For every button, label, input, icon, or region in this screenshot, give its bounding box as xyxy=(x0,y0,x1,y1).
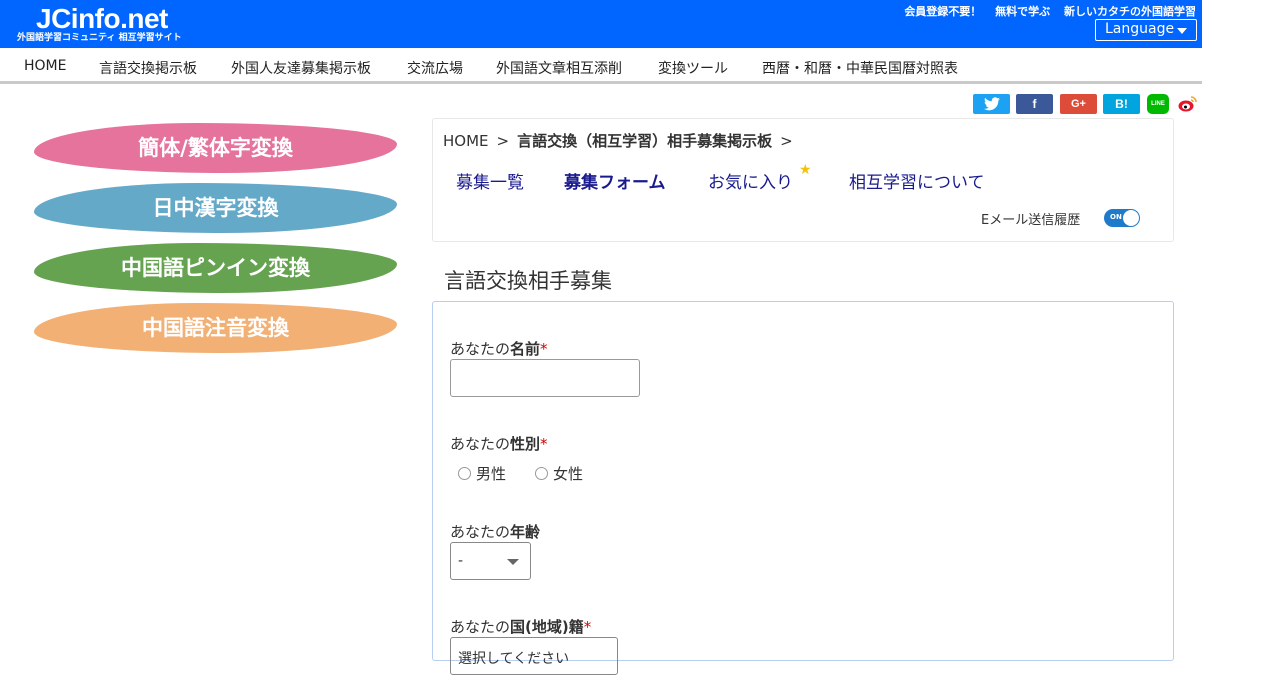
tab-favorites[interactable]: お気に入り xyxy=(708,168,793,193)
radio-circle[interactable] xyxy=(458,467,471,480)
site-logo[interactable]: JCinfo.net xyxy=(36,2,168,36)
label-prefix: あなたの xyxy=(450,618,511,636)
facebook-share-button[interactable]: f xyxy=(1016,94,1053,114)
name-input[interactable] xyxy=(450,359,640,397)
radio-circle[interactable] xyxy=(535,467,548,480)
gender-female-radio[interactable]: 女性 xyxy=(535,463,583,484)
site-header: JCinfo.net 外国語学習コミュニティ 相互学習サイト 会員登録不要！ 無… xyxy=(0,0,1202,48)
nav-calendar-table[interactable]: 西暦・和暦・中華民国暦対照表 xyxy=(762,58,958,78)
breadcrumb-separator: > xyxy=(496,132,510,150)
line-share-button[interactable]: LINE xyxy=(1147,94,1169,114)
sidebar-japanese-chinese-kanji[interactable]: 日中漢字変換 xyxy=(34,183,397,233)
label-bold: 年齢 xyxy=(510,523,541,541)
breadcrumb: HOME > 言語交換（相互学習）相手募集掲示板 > xyxy=(443,130,801,151)
breadcrumb-separator: > xyxy=(780,132,793,150)
nav-foreign-friends-board[interactable]: 外国人友達募集掲示板 xyxy=(231,58,371,78)
label-bold: 性別 xyxy=(510,435,541,453)
twitter-share-button[interactable] xyxy=(973,94,1010,114)
hatena-share-button[interactable]: B! xyxy=(1103,94,1140,114)
googleplus-share-button[interactable]: G+ xyxy=(1060,94,1097,114)
main-nav: HOME 言語交換掲示板 外国人友達募集掲示板 交流広場 外国語文章相互添削 変… xyxy=(0,48,1202,84)
chevron-down-icon xyxy=(507,559,519,565)
weibo-icon xyxy=(1178,96,1197,112)
country-label: あなたの国(地域)籍* xyxy=(450,616,591,637)
breadcrumb-home[interactable]: HOME xyxy=(443,132,489,150)
email-history-toggle[interactable]: ON xyxy=(1104,209,1140,227)
country-select[interactable]: 選択してください xyxy=(450,637,618,675)
language-button[interactable]: Language xyxy=(1095,19,1197,41)
required-mark: * xyxy=(540,435,548,453)
twitter-icon xyxy=(983,97,1000,111)
radio-label: 女性 xyxy=(553,465,584,483)
star-icon: ★ xyxy=(799,162,812,178)
header-tagline: 会員登録不要！ 無料で学ぶ 新しいカタチの外国語学習 xyxy=(894,3,1196,19)
label-bold: 名前 xyxy=(510,340,541,358)
toggle-text: ON xyxy=(1110,213,1122,221)
nav-home[interactable]: HOME xyxy=(24,58,66,74)
breadcrumb-current[interactable]: 言語交換（相互学習）相手募集掲示板 xyxy=(517,132,772,150)
nav-exchange-plaza[interactable]: 交流広場 xyxy=(407,58,463,78)
label-prefix: あなたの xyxy=(450,523,511,541)
chevron-down-icon xyxy=(1177,28,1187,34)
required-mark: * xyxy=(540,340,548,358)
tab-list[interactable]: 募集一覧 xyxy=(456,168,524,193)
required-mark: * xyxy=(583,618,592,636)
age-label: あなたの年齢 xyxy=(450,521,540,542)
nav-language-exchange-board[interactable]: 言語交換掲示板 xyxy=(99,58,197,78)
tagline-2: 無料で学ぶ xyxy=(995,5,1051,18)
logo-subtitle: 外国語学習コミュニティ 相互学習サイト xyxy=(17,33,182,43)
tab-form[interactable]: 募集フォーム xyxy=(564,168,666,193)
radio-label: 男性 xyxy=(476,465,507,483)
gender-male-radio[interactable]: 男性 xyxy=(458,463,506,484)
nav-conversion-tools[interactable]: 変換ツール xyxy=(658,58,728,78)
name-label: あなたの名前* xyxy=(450,338,548,359)
board-panel: HOME > 言語交換（相互学習）相手募集掲示板 > 募集一覧 募集フォーム お気に入… xyxy=(432,118,1174,242)
tagline-1: 会員登録不要！ xyxy=(904,5,982,18)
sidebar-zhuyin[interactable]: 中国語注音変換 xyxy=(34,303,397,353)
sidebar-simplified-traditional[interactable]: 簡体/繁体字変換 xyxy=(34,123,397,173)
tagline-3: 新しいカタチの外国語学習 xyxy=(1064,5,1196,18)
label-prefix: あなたの xyxy=(450,340,511,358)
label-prefix: あなたの xyxy=(450,435,511,453)
tab-about[interactable]: 相互学習について xyxy=(849,168,985,193)
toggle-knob xyxy=(1123,210,1139,226)
nav-correction[interactable]: 外国語文章相互添削 xyxy=(496,58,622,78)
country-select-value: 選択してください xyxy=(458,651,570,667)
gender-label: あなたの性別* xyxy=(450,433,548,454)
email-history-label: Eメール送信履歴 xyxy=(981,213,1081,228)
weibo-share-button[interactable] xyxy=(1177,94,1199,114)
recruitment-form: あなたの名前* あなたの性別* 男性 女性 あなたの年齢 - あなたの国(地域)… xyxy=(432,301,1174,675)
label-bold: 国(地域)籍 xyxy=(510,618,584,636)
sidebar-pinyin[interactable]: 中国語ピンイン変換 xyxy=(34,243,397,293)
language-label: Language xyxy=(1105,21,1175,37)
form-title: 言語交換相手募集 xyxy=(444,269,612,293)
age-select[interactable]: - xyxy=(450,542,531,580)
age-select-value: - xyxy=(458,553,464,569)
